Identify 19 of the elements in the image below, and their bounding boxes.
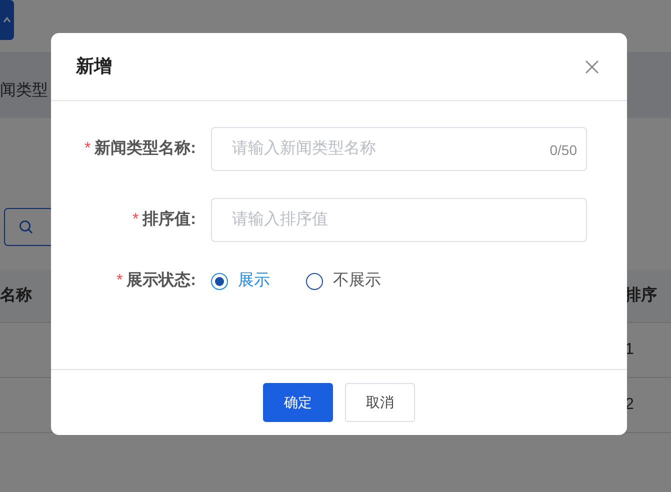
filter-label: 闻类型 — [0, 80, 48, 101]
required-mark: * — [116, 272, 123, 289]
search-icon — [19, 220, 33, 234]
chevron-icon — [3, 16, 11, 24]
radio-option[interactable]: 不展示 — [306, 269, 381, 293]
close-button[interactable] — [585, 60, 599, 74]
radio-option[interactable]: 展示 — [211, 269, 270, 293]
menu-button[interactable] — [0, 0, 14, 40]
input-field[interactable]: 请输入排序值 — [211, 198, 587, 242]
column-header: 名称 — [0, 286, 32, 306]
confirm-button[interactable]: 确定 — [263, 383, 333, 422]
required-mark: * — [84, 140, 91, 157]
dialog-title: 新增 — [76, 55, 112, 78]
field-label: * 排序值: — [131, 209, 197, 230]
required-mark: * — [132, 211, 139, 228]
field-label: * 新闻类型名称: — [83, 138, 197, 159]
character-counter: 0/50 — [550, 141, 577, 160]
cancel-button[interactable]: 取消 — [345, 383, 415, 422]
field-label: * 展示状态: — [115, 270, 197, 291]
